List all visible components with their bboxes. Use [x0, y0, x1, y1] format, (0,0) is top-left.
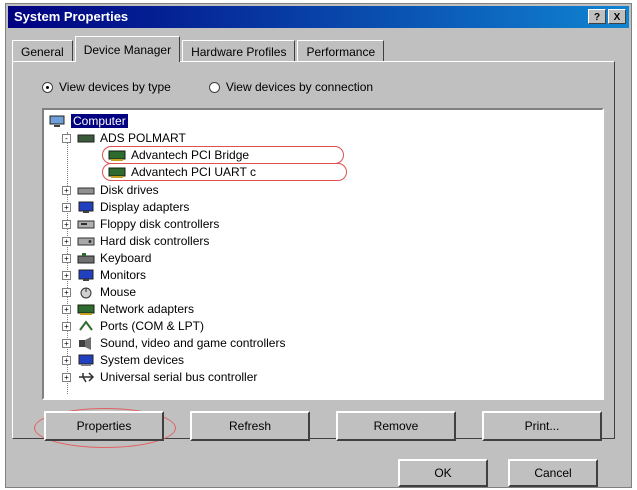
tree-item-label: Sound, video and game controllers: [100, 336, 286, 350]
tree-item-mouse[interactable]: + Mouse: [62, 283, 136, 301]
expand-icon[interactable]: +: [62, 270, 71, 280]
help-button[interactable]: ?: [588, 9, 606, 24]
expand-icon[interactable]: +: [62, 304, 71, 314]
radio-unselected-icon[interactable]: [208, 81, 220, 93]
usb-icon: [79, 371, 95, 382]
tree-item-floppy-disk-controllers[interactable]: + Floppy disk controllers: [62, 215, 219, 233]
tree-item-label: Display adapters: [100, 200, 190, 214]
tree-item-label: System devices: [100, 353, 185, 367]
tree-item-label: Network adapters: [100, 302, 195, 316]
expand-icon[interactable]: +: [62, 287, 71, 297]
tree-item-label: Monitors: [100, 268, 147, 282]
tree-item-display-adapters[interactable]: + Display adapters: [62, 198, 189, 216]
tree-item-label: Advantech PCI UART c: [131, 165, 256, 179]
expand-icon[interactable]: +: [62, 219, 71, 229]
expand-icon[interactable]: +: [62, 185, 71, 195]
sound-icon: [79, 336, 91, 350]
tree-item-usb-controller[interactable]: + Universal serial bus controller: [62, 368, 257, 386]
tree-item-hard-disk-controllers[interactable]: + Hard disk controllers: [62, 232, 209, 250]
view-by-type-label: View devices by type: [59, 80, 171, 94]
keyboard-icon: [77, 252, 95, 263]
view-by-type-option[interactable]: View devices by type: [42, 80, 171, 94]
card-icon: [108, 150, 126, 161]
close-button[interactable]: X: [608, 9, 626, 24]
mouse-icon: [80, 287, 92, 298]
expand-icon[interactable]: +: [62, 202, 71, 212]
cancel-button[interactable]: Cancel: [508, 459, 598, 487]
tree-item-advantech-pci-bridge[interactable]: Advantech PCI Bridge: [108, 146, 249, 164]
expand-icon[interactable]: +: [62, 355, 71, 365]
tree-item-ads-polmart[interactable]: - ADS POLMART: [62, 129, 186, 147]
expand-icon[interactable]: +: [62, 236, 71, 246]
expand-icon[interactable]: +: [62, 372, 71, 382]
tree-item-label: ADS POLMART: [100, 131, 186, 145]
network-icon: [77, 304, 95, 315]
tree-item-label: Advantech PCI Bridge: [131, 148, 250, 162]
harddisk-icon: [77, 237, 95, 245]
view-by-connection-label: View devices by connection: [225, 80, 374, 94]
tree-item-label: Hard disk controllers: [100, 234, 210, 248]
computer-icon: [49, 115, 65, 127]
floppy-icon: [77, 220, 95, 228]
tab-general[interactable]: General: [12, 40, 73, 62]
port-icon: [79, 319, 93, 331]
expand-icon[interactable]: +: [62, 253, 71, 263]
tree-item-label: Floppy disk controllers: [100, 217, 220, 231]
tree-item-label: Computer: [71, 114, 128, 128]
window-title: System Properties: [14, 9, 129, 24]
system-icon: [78, 354, 94, 366]
tree-item-label: Ports (COM & LPT): [100, 319, 205, 333]
view-by-connection-option[interactable]: View devices by connection: [208, 80, 374, 94]
refresh-button[interactable]: Refresh: [190, 411, 310, 441]
tab-hardware-profiles[interactable]: Hardware Profiles: [182, 40, 296, 62]
tree-item-disk-drives[interactable]: + Disk drives: [62, 181, 159, 199]
expand-icon[interactable]: +: [62, 338, 71, 348]
device-tree[interactable]: Computer - ADS POLMART Advantech PCI Bri…: [42, 108, 604, 400]
tree-item-label: Disk drives: [100, 183, 159, 197]
ok-button[interactable]: OK: [398, 459, 488, 487]
tree-item-monitors[interactable]: + Monitors: [62, 266, 146, 284]
tree-item-label: Universal serial bus controller: [100, 370, 258, 384]
tree-item-system-devices[interactable]: + System devices: [62, 351, 184, 369]
card-icon: [108, 167, 126, 178]
tree-item-sound-video-game[interactable]: + Sound, video and game controllers: [62, 334, 285, 352]
disk-icon: [77, 187, 95, 194]
tree-item-ports[interactable]: + Ports (COM & LPT): [62, 317, 204, 335]
tree-item-advantech-pci-uart[interactable]: Advantech PCI UART c: [108, 163, 256, 181]
view-options: View devices by type View devices by con…: [42, 80, 373, 94]
device-icon: [77, 134, 95, 142]
radio-selected-icon[interactable]: [42, 81, 53, 93]
collapse-icon[interactable]: -: [62, 133, 71, 143]
monitor-icon: [78, 269, 94, 281]
tab-performance[interactable]: Performance: [297, 40, 385, 62]
tab-strip: General Device Manager Hardware Profiles…: [12, 34, 386, 62]
properties-button[interactable]: Properties: [44, 411, 164, 441]
tree-item-computer[interactable]: Computer: [48, 112, 128, 130]
remove-button[interactable]: Remove: [336, 411, 456, 441]
expand-icon[interactable]: +: [62, 321, 71, 331]
tree-item-network-adapters[interactable]: + Network adapters: [62, 300, 194, 318]
monitor-icon: [78, 201, 94, 213]
print-button[interactable]: Print...: [482, 411, 602, 441]
tree-item-keyboard[interactable]: + Keyboard: [62, 249, 151, 267]
tree-item-label: Mouse: [100, 285, 137, 299]
tab-device-manager[interactable]: Device Manager: [74, 36, 181, 62]
tree-item-label: Keyboard: [100, 251, 152, 265]
title-bar[interactable]: System Properties ? X: [8, 6, 629, 28]
